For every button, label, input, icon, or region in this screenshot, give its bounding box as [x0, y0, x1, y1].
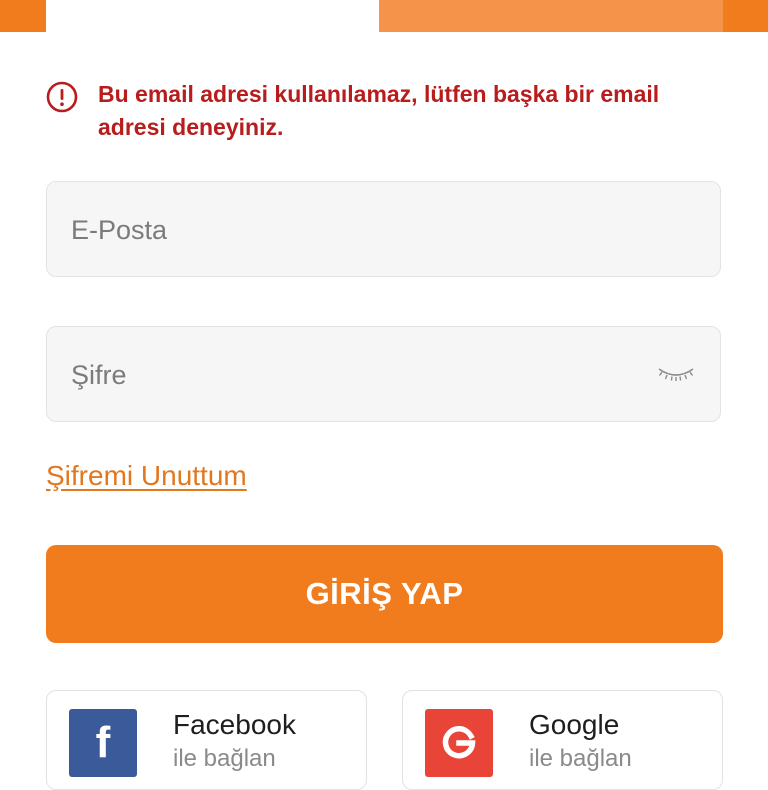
password-field[interactable]	[46, 326, 721, 423]
google-sublabel: ile bağlan	[529, 745, 632, 772]
top-tab-bar	[0, 0, 768, 32]
tab-strip-right	[723, 0, 768, 32]
facebook-sublabel: ile bağlan	[173, 745, 276, 772]
facebook-icon: f	[69, 709, 137, 777]
forgot-password-link[interactable]: Şifremi Unuttum	[46, 460, 247, 492]
google-icon	[425, 709, 493, 777]
tab-active[interactable]	[46, 0, 379, 32]
tab-inactive[interactable]	[379, 0, 723, 32]
email-field[interactable]	[46, 181, 721, 278]
tab-strip-left	[0, 0, 46, 32]
eye-closed-icon[interactable]	[656, 361, 696, 387]
password-input[interactable]	[69, 327, 633, 423]
error-text: Bu email adresi kullanılamaz, lütfen baş…	[98, 81, 660, 140]
exclamation-circle-icon	[46, 81, 78, 113]
facebook-login-button[interactable]: f Facebook ile bağlan	[46, 690, 367, 790]
facebook-label: Facebook	[173, 709, 296, 740]
email-input[interactable]	[69, 182, 633, 278]
login-button[interactable]: GİRİŞ YAP	[46, 545, 723, 643]
google-label: Google	[529, 709, 620, 740]
google-login-button[interactable]: Google ile bağlan	[402, 690, 723, 790]
